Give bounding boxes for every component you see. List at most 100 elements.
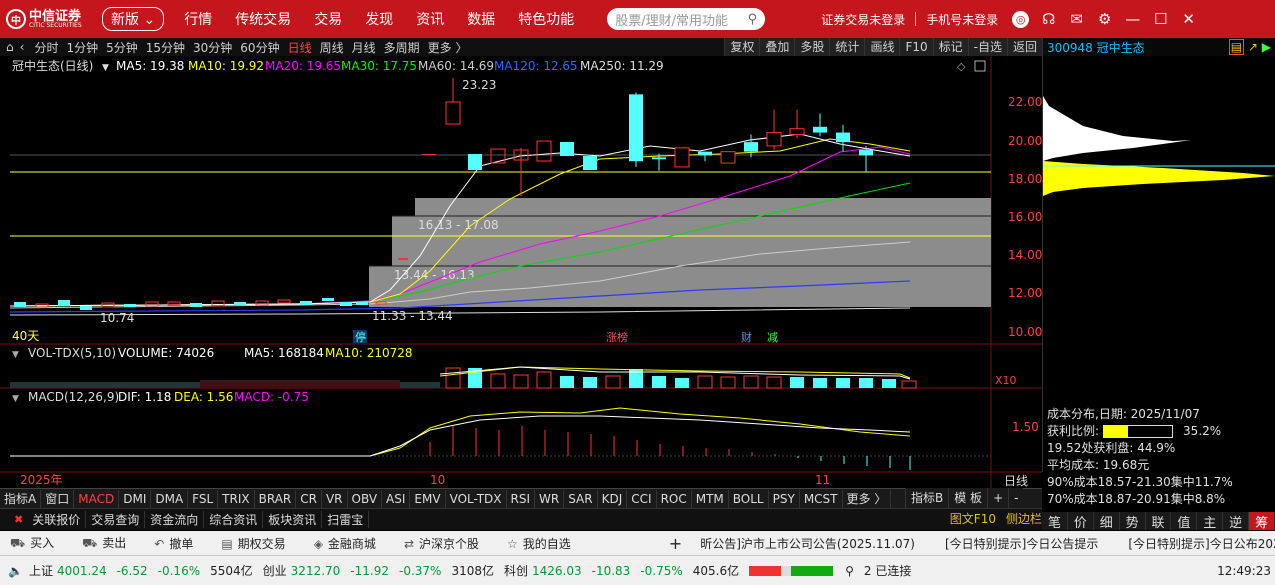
- tab-brar[interactable]: BRAR: [255, 489, 297, 508]
- remove-pane-button[interactable]: -: [1008, 488, 1024, 508]
- add-pane-button[interactable]: +: [987, 488, 1009, 508]
- tab-chips[interactable]: 筹: [1249, 512, 1275, 531]
- tab-period-60min[interactable]: 60分钟: [240, 39, 279, 56]
- trade-login-link[interactable]: 证券交易未登录: [821, 11, 905, 28]
- tab-price[interactable]: 价: [1068, 512, 1094, 531]
- search-input[interactable]: 股票/理财/常用功能 ⚲: [607, 8, 766, 30]
- sell-button[interactable]: ⛟ 卖出: [82, 534, 126, 552]
- news-ticker-item[interactable]: [今日特别提示]今日公告提示: [945, 535, 1098, 552]
- tab-related-quotes[interactable]: 关联报价: [27, 511, 87, 528]
- tab-boll[interactable]: BOLL: [729, 489, 769, 508]
- menu-item-discover[interactable]: 发现: [365, 9, 393, 29]
- my-watchlist-button[interactable]: ☆ 我的自选: [507, 535, 571, 552]
- candle-body[interactable]: [674, 147, 690, 168]
- menu-item-traditional-trade[interactable]: 传统交易: [235, 9, 291, 29]
- tag-cai[interactable]: 财: [741, 330, 752, 344]
- tab-period-30min[interactable]: 30分钟: [193, 39, 232, 56]
- arrow-icon[interactable]: ↗: [1248, 40, 1258, 54]
- tab-risk-scan[interactable]: 扫雷宝: [322, 511, 370, 528]
- minimize-icon[interactable]: —: [1124, 10, 1141, 28]
- chevron-down-icon[interactable]: ▼: [12, 394, 19, 404]
- tab-mtm[interactable]: MTM: [692, 489, 729, 508]
- tab-kdj[interactable]: KDJ: [598, 489, 628, 508]
- message-icon[interactable]: ✉: [1068, 10, 1085, 28]
- tool-overlay-button[interactable]: 叠加: [759, 38, 795, 56]
- finance-mall-button[interactable]: ◈ 金融商城: [314, 535, 376, 552]
- tab-trix[interactable]: TRIX: [218, 489, 255, 508]
- menu-item-trade[interactable]: 交易: [314, 9, 342, 29]
- speaker-icon[interactable]: 🔈: [8, 564, 23, 578]
- tab-sar[interactable]: SAR: [564, 489, 598, 508]
- close-icon[interactable]: ✖: [14, 513, 23, 526]
- tab-period-5min[interactable]: 5分钟: [106, 39, 138, 56]
- search-icon[interactable]: ⚲: [748, 12, 758, 27]
- maximize-icon[interactable]: ☐: [1152, 10, 1169, 28]
- tab-reverse[interactable]: 逆: [1223, 512, 1250, 531]
- tab-emv[interactable]: EMV: [410, 489, 446, 508]
- menu-item-quotes[interactable]: 行情: [184, 9, 212, 29]
- tab-trade-query[interactable]: 交易查询: [86, 511, 146, 528]
- tab-trades[interactable]: 笔: [1042, 512, 1068, 531]
- headset-icon[interactable]: ☊: [1040, 10, 1057, 28]
- tab-vr[interactable]: VR: [322, 489, 348, 508]
- a-share-button[interactable]: ⇄ 沪深京个股: [404, 535, 479, 552]
- back-icon[interactable]: ‹: [20, 40, 25, 54]
- add-icon[interactable]: +: [669, 534, 682, 553]
- tag-jian[interactable]: 减: [767, 331, 778, 344]
- tab-asi[interactable]: ASI: [382, 489, 411, 508]
- cancel-order-button[interactable]: ↶ 撤单: [154, 535, 193, 552]
- tab-cci[interactable]: CCI: [627, 489, 657, 508]
- settings-icon[interactable]: ⚙: [1096, 10, 1113, 28]
- tab-period-monthly[interactable]: 月线: [352, 39, 376, 56]
- tab-comprehensive-info[interactable]: 综合资讯: [204, 511, 264, 528]
- news-ticker-item[interactable]: [今日特别提示]今日公布2025年三: [1128, 535, 1275, 552]
- tab-period-1min[interactable]: 1分钟: [66, 39, 98, 56]
- tab-obv[interactable]: OBV: [348, 489, 383, 508]
- bar-chart-icon[interactable]: ▤: [1228, 39, 1245, 55]
- menu-item-features[interactable]: 特色功能: [518, 9, 574, 29]
- diamond-icon[interactable]: ◇: [957, 60, 966, 73]
- candle-body[interactable]: [698, 151, 712, 156]
- tab-fsl[interactable]: FSL: [188, 489, 219, 508]
- tab-period-15min[interactable]: 15分钟: [146, 39, 185, 56]
- tab-period-multi[interactable]: 多周期: [384, 39, 420, 56]
- tab-value[interactable]: 值: [1171, 512, 1198, 531]
- tool-remove-watch-button[interactable]: -自选: [967, 38, 1007, 56]
- tab-period-timeshare[interactable]: 分时: [34, 39, 58, 56]
- tab-roc[interactable]: ROC: [657, 489, 692, 508]
- index-kc-label[interactable]: 科创: [504, 562, 528, 579]
- candle-body[interactable]: [766, 132, 782, 147]
- option-trade-button[interactable]: ▤ 期权交易: [221, 535, 285, 552]
- tab-indicator-b[interactable]: 指标B: [905, 488, 949, 508]
- tab-more[interactable]: 更多 〉: [843, 489, 892, 508]
- candle-body[interactable]: [720, 151, 736, 164]
- home-icon[interactable]: ⌂: [6, 40, 14, 54]
- candle-body[interactable]: [813, 126, 827, 133]
- tab-period-more[interactable]: 更多 〉: [428, 39, 468, 56]
- expand-icon[interactable]: [974, 60, 986, 72]
- tool-f10-button[interactable]: F10: [899, 38, 933, 56]
- candle-body[interactable]: [629, 94, 643, 162]
- tab-dmi[interactable]: DMI: [119, 489, 152, 508]
- play-icon[interactable]: ▶: [1262, 40, 1271, 54]
- tab-vol-tdx[interactable]: VOL-TDX: [446, 489, 507, 508]
- candle-body[interactable]: [859, 149, 873, 156]
- tab-period-weekly[interactable]: 周线: [320, 39, 344, 56]
- tool-return-button[interactable]: 返回: [1006, 38, 1042, 56]
- search-icon[interactable]: ⚲: [845, 564, 854, 578]
- tab-wr[interactable]: WR: [535, 489, 565, 508]
- tab-cr[interactable]: CR: [296, 489, 322, 508]
- candle-body[interactable]: [652, 157, 666, 160]
- tab-fund-flow[interactable]: 资金流向: [145, 511, 205, 528]
- candle-body[interactable]: [836, 132, 850, 143]
- close-icon[interactable]: ✕: [1180, 10, 1197, 28]
- tab-mcst[interactable]: MCST: [800, 489, 843, 508]
- tab-linked[interactable]: 联: [1146, 512, 1172, 531]
- tool-multi-button[interactable]: 多股: [794, 38, 830, 56]
- tab-sidebar[interactable]: 侧边栏: [1006, 510, 1042, 527]
- tab-macd[interactable]: MACD: [74, 489, 120, 508]
- news-ticker-item[interactable]: 昕公告]沪市上市公司公告(2025.11.07): [700, 535, 915, 552]
- tool-draw-button[interactable]: 画线: [864, 38, 900, 56]
- tool-stats-button[interactable]: 统计: [829, 38, 865, 56]
- tab-trend[interactable]: 势: [1120, 512, 1146, 531]
